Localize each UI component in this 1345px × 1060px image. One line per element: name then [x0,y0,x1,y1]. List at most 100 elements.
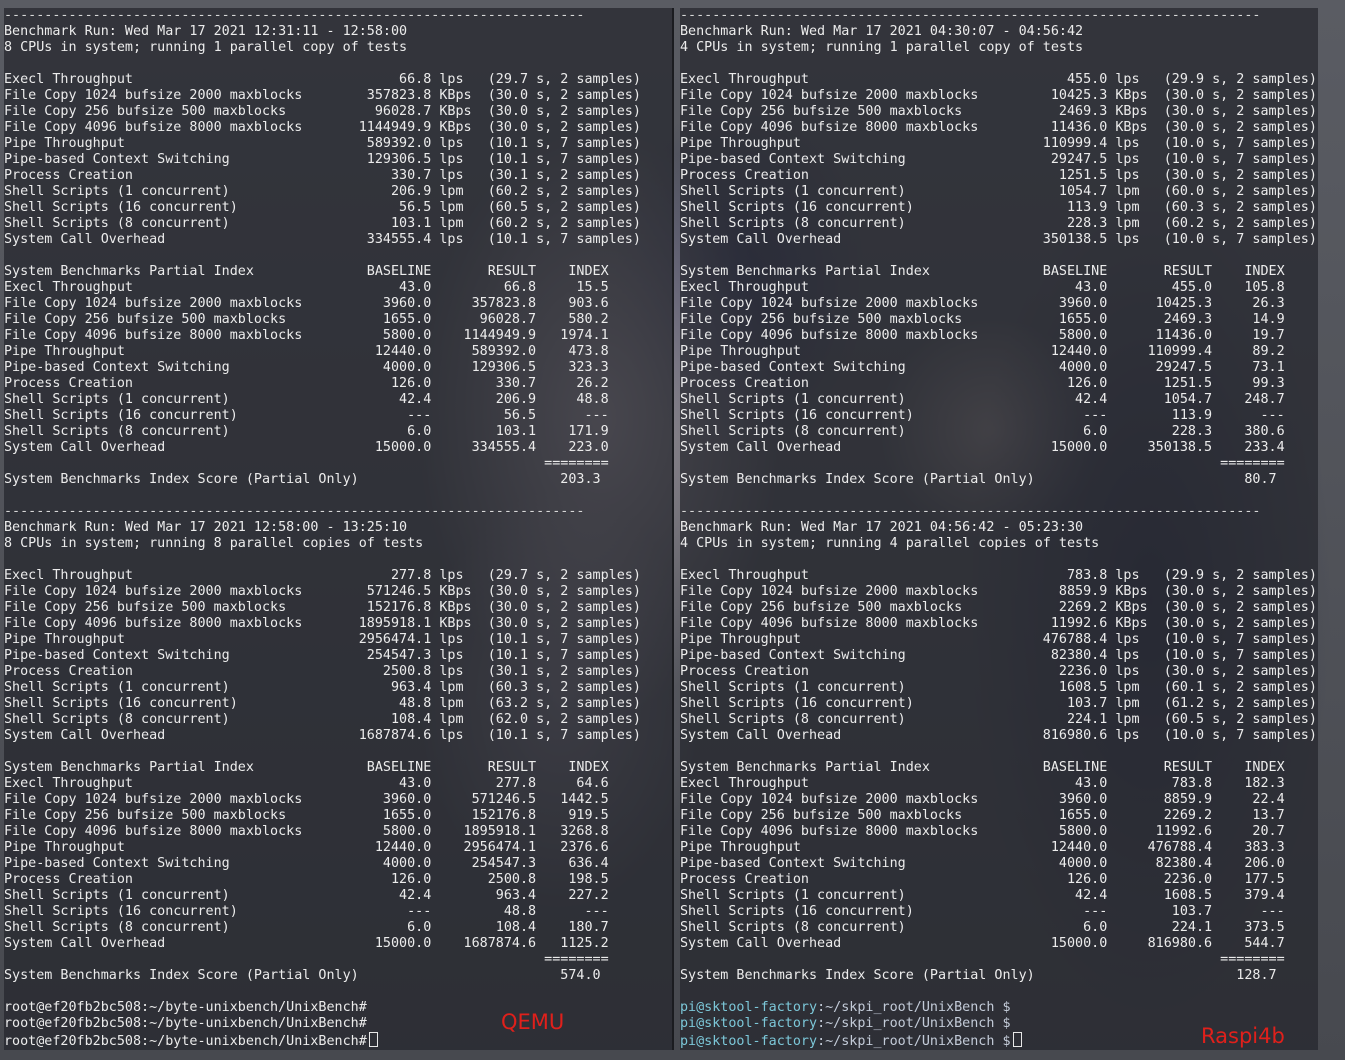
index-row: Shell Scripts (16 concurrent) --- 113.9 … [680,408,1285,423]
index-row: File Copy 4096 bufsize 8000 maxblocks 58… [680,328,1285,343]
result-row: Shell Scripts (8 concurrent) 224.1 lpm (… [680,712,1317,727]
index-row: Process Creation 126.0 2236.0 177.5 [680,872,1285,887]
shell-prompt[interactable]: root@ef20fb2bc508:~/byte-unixbench/UnixB… [4,1016,672,1032]
index-row: Shell Scripts (16 concurrent) --- 48.8 -… [4,904,609,919]
index-table-header: System Benchmarks Partial Index BASELINE… [4,264,609,279]
index-row: File Copy 4096 bufsize 8000 maxblocks 58… [680,824,1285,839]
result-row: Shell Scripts (16 concurrent) 113.9 lpm … [680,200,1317,215]
terminal-pane-qemu[interactable]: ----------------------------------------… [4,8,674,1050]
result-row: Process Creation 330.7 lps (30.1 s, 2 sa… [4,168,641,183]
separator-line: ----------------------------------------… [680,8,1261,23]
index-row: Pipe Throughput 12440.0 589392.0 473.8 [4,344,609,359]
result-row: Shell Scripts (1 concurrent) 206.9 lpm (… [4,184,641,199]
index-row: Pipe Throughput 12440.0 476788.4 383.3 [680,840,1285,855]
index-row: Pipe-based Context Switching 4000.0 1293… [4,360,609,375]
result-row: Execl Throughput 66.8 lps (29.7 s, 2 sam… [4,72,641,87]
result-row: File Copy 1024 bufsize 2000 maxblocks 35… [4,88,641,103]
index-row: File Copy 4096 bufsize 8000 maxblocks 58… [4,328,609,343]
index-row: Execl Throughput 43.0 783.8 182.3 [680,776,1285,791]
result-row: Process Creation 1251.5 lps (30.0 s, 2 s… [680,168,1317,183]
result-row: File Copy 1024 bufsize 2000 maxblocks 57… [4,584,641,599]
shell-prompt[interactable]: root@ef20fb2bc508:~/byte-unixbench/UnixB… [4,1032,672,1049]
terminal-cursor [368,1032,378,1047]
prompt-path: :~/skpi_root/UnixBench $ [817,1000,1011,1015]
prompt-user-host: pi@sktool-factory [680,1016,818,1031]
result-row: Shell Scripts (16 concurrent) 103.7 lpm … [680,696,1317,711]
shell-prompt[interactable]: root@ef20fb2bc508:~/byte-unixbench/UnixB… [4,1000,672,1016]
result-row: Execl Throughput 783.8 lps (29.9 s, 2 sa… [680,568,1317,583]
result-row: File Copy 4096 bufsize 8000 maxblocks 11… [680,616,1317,631]
index-row: Execl Throughput 43.0 455.0 105.8 [680,280,1285,295]
score-rule: ======== [4,456,609,471]
result-row: Pipe Throughput 476788.4 lps (10.0 s, 7 … [680,632,1317,647]
index-row: Shell Scripts (8 concurrent) 6.0 224.1 3… [680,920,1285,935]
result-row: File Copy 4096 bufsize 8000 maxblocks 18… [4,616,641,631]
result-row: Pipe Throughput 2956474.1 lps (10.1 s, 7… [4,632,641,647]
index-row: Shell Scripts (8 concurrent) 6.0 228.3 3… [680,424,1285,439]
terminal-pane-raspi4b[interactable]: ----------------------------------------… [680,8,1318,1050]
score-rule: ======== [680,456,1285,471]
result-row: Pipe-based Context Switching 82380.4 lps… [680,648,1317,663]
result-row: File Copy 256 bufsize 500 maxblocks 2269… [680,600,1317,615]
index-row: Shell Scripts (8 concurrent) 6.0 103.1 1… [4,424,609,439]
result-row: System Call Overhead 350138.5 lps (10.0 … [680,232,1317,247]
result-row: File Copy 4096 bufsize 8000 maxblocks 11… [4,120,641,135]
index-row: System Call Overhead 15000.0 1687874.6 1… [4,936,609,951]
index-row: Pipe Throughput 12440.0 110999.4 89.2 [680,344,1285,359]
prompt-path: :~/skpi_root/UnixBench $ [817,1034,1011,1049]
index-row: Process Creation 126.0 330.7 26.2 [4,376,609,391]
terminal-cursor [1012,1032,1022,1047]
result-row: Shell Scripts (1 concurrent) 1608.5 lpm … [680,680,1317,695]
index-row: Shell Scripts (1 concurrent) 42.4 1608.5… [680,888,1285,903]
index-table-header: System Benchmarks Partial Index BASELINE… [680,264,1285,279]
index-row: Shell Scripts (1 concurrent) 42.4 963.4 … [4,888,609,903]
index-score-line: System Benchmarks Index Score (Partial O… [680,472,1277,487]
result-row: File Copy 4096 bufsize 8000 maxblocks 11… [680,120,1317,135]
index-row: System Call Overhead 15000.0 816980.6 54… [680,936,1285,951]
prompt-user-host: pi@sktool-factory [680,1000,818,1015]
index-table-header: System Benchmarks Partial Index BASELINE… [680,760,1285,775]
result-row: System Call Overhead 1687874.6 lps (10.1… [4,728,641,743]
index-score-line: System Benchmarks Index Score (Partial O… [4,968,601,983]
result-row: Pipe-based Context Switching 129306.5 lp… [4,152,641,167]
index-row: Execl Throughput 43.0 66.8 15.5 [4,280,609,295]
index-row: Shell Scripts (16 concurrent) --- 103.7 … [680,904,1285,919]
result-row: File Copy 1024 bufsize 2000 maxblocks 10… [680,88,1317,103]
benchmark-run-header: Benchmark Run: Wed Mar 17 2021 12:58:00 … [4,520,408,535]
index-row: File Copy 4096 bufsize 8000 maxblocks 58… [4,824,609,839]
result-row: File Copy 256 bufsize 500 maxblocks 2469… [680,104,1317,119]
index-row: System Call Overhead 15000.0 334555.4 22… [4,440,609,455]
result-row: Process Creation 2236.0 lps (30.0 s, 2 s… [680,664,1317,679]
result-row: Pipe Throughput 110999.4 lps (10.0 s, 7 … [680,136,1317,151]
index-row: File Copy 256 bufsize 500 maxblocks 1655… [680,312,1285,327]
result-row: Shell Scripts (16 concurrent) 48.8 lpm (… [4,696,641,711]
qemu-label: QEMU [501,1010,565,1034]
score-rule: ======== [680,952,1285,967]
separator-line: ----------------------------------------… [4,8,585,23]
result-row: Shell Scripts (1 concurrent) 1054.7 lpm … [680,184,1317,199]
shell-prompt[interactable]: pi@sktool-factory:~/skpi_root/UnixBench … [680,1000,1318,1016]
result-row: File Copy 256 bufsize 500 maxblocks 1521… [4,600,641,615]
prompt-text: root@ef20fb2bc508:~/byte-unixbench/UnixB… [4,1016,367,1031]
index-row: File Copy 1024 bufsize 2000 maxblocks 39… [4,296,609,311]
prompt-text: root@ef20fb2bc508:~/byte-unixbench/UnixB… [4,1000,367,1015]
index-row: Shell Scripts (16 concurrent) --- 56.5 -… [4,408,609,423]
index-row: Shell Scripts (8 concurrent) 6.0 108.4 1… [4,920,609,935]
raspi4b-label: Raspi4b [1201,1024,1285,1048]
index-row: Pipe-based Context Switching 4000.0 2924… [680,360,1285,375]
result-row: Shell Scripts (8 concurrent) 228.3 lpm (… [680,216,1317,231]
result-row: Execl Throughput 277.8 lps (29.7 s, 2 sa… [4,568,641,583]
result-row: System Call Overhead 334555.4 lps (10.1 … [4,232,641,247]
index-score-line: System Benchmarks Index Score (Partial O… [4,472,601,487]
result-row: File Copy 1024 bufsize 2000 maxblocks 88… [680,584,1317,599]
cpu-info-line: 8 CPUs in system; running 1 parallel cop… [4,40,408,55]
prompt-path: :~/skpi_root/UnixBench $ [817,1016,1011,1031]
